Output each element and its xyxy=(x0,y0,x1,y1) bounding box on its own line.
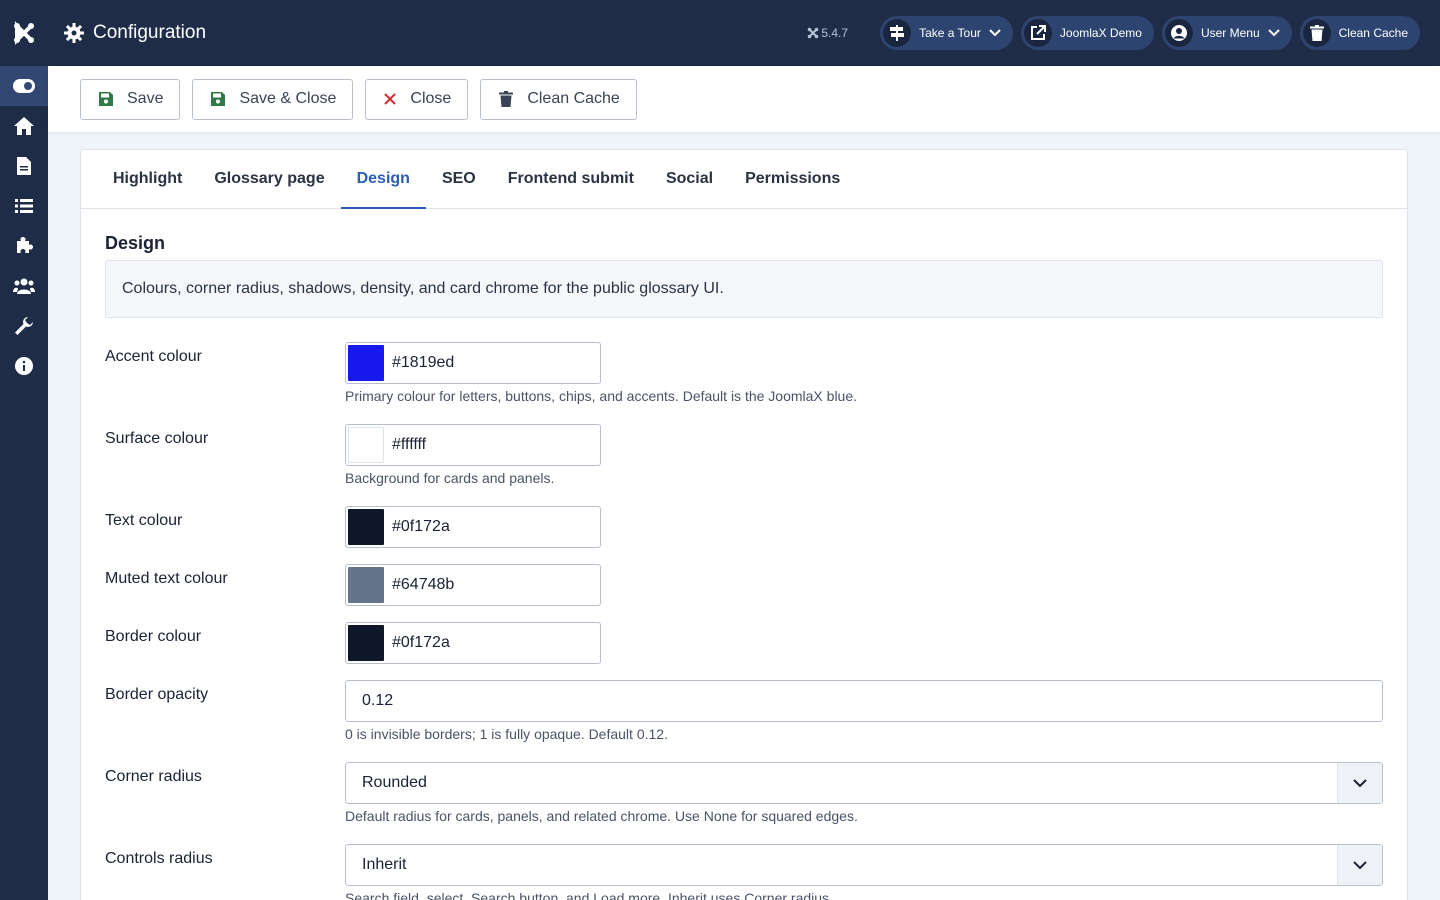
list-icon[interactable] xyxy=(0,186,48,226)
toolbar: Save Save & Close Close Clean Cache xyxy=(48,66,1440,132)
text-colour-value: #0f172a xyxy=(392,518,450,535)
border-opacity-label: Border opacity xyxy=(105,686,209,703)
tab-frontend-submit[interactable]: Frontend submit xyxy=(492,150,650,208)
joomlax-demo-label: JoomlaX Demo xyxy=(1059,26,1142,40)
tab-design[interactable]: Design xyxy=(340,150,427,209)
close-label: Close xyxy=(410,90,452,107)
surface-colour-value: #ffffff xyxy=(392,436,427,453)
extensions-icon[interactable] xyxy=(0,226,48,266)
border-colour-label: Border colour xyxy=(105,628,202,645)
muted-colour-swatch[interactable] xyxy=(348,567,384,603)
sidebar xyxy=(0,0,48,900)
joomla-logo-icon[interactable] xyxy=(0,0,48,66)
close-button[interactable]: Close xyxy=(365,78,469,120)
trash-icon xyxy=(499,91,514,107)
joomlax-demo-button[interactable]: JoomlaX Demo xyxy=(1020,16,1154,50)
joomla-mini-icon xyxy=(808,27,819,39)
corner-radius-help: Default radius for cards, panels, and re… xyxy=(345,808,858,824)
tab-glossary-page[interactable]: Glossary page xyxy=(198,150,340,208)
controls-radius-value: Inherit xyxy=(362,856,407,873)
user-menu-button[interactable]: User Menu xyxy=(1161,16,1292,50)
chevron-down-icon xyxy=(1337,763,1382,803)
header-clean-cache-label: Clean Cache xyxy=(1338,26,1408,40)
border-colour-value: #0f172a xyxy=(392,634,450,651)
take-tour-button[interactable]: Take a Tour xyxy=(880,16,1013,50)
config-card: Highlight Glossary page Design SEO Front… xyxy=(80,149,1408,900)
corner-radius-value: Rounded xyxy=(362,774,427,791)
border-colour-swatch[interactable] xyxy=(348,625,384,661)
clean-cache-label: Clean Cache xyxy=(527,90,620,107)
save-close-button[interactable]: Save & Close xyxy=(192,78,354,120)
text-colour-label: Text colour xyxy=(105,512,183,529)
save-icon xyxy=(99,92,113,106)
muted-colour-value: #64748b xyxy=(392,576,455,593)
save-close-label: Save & Close xyxy=(239,90,337,107)
surface-colour-swatch[interactable] xyxy=(348,427,384,463)
external-link-icon xyxy=(1023,19,1052,47)
section-description: Colours, corner radius, shadows, density… xyxy=(105,260,1383,318)
home-icon[interactable] xyxy=(0,106,48,146)
chevron-down-icon xyxy=(989,29,1001,37)
info-icon[interactable] xyxy=(0,346,48,386)
chevron-down-icon xyxy=(1267,29,1280,37)
tab-bar: Highlight Glossary page Design SEO Front… xyxy=(81,150,1407,209)
gear-icon xyxy=(64,23,84,43)
tab-highlight[interactable]: Highlight xyxy=(97,150,198,208)
corner-radius-select[interactable]: Rounded xyxy=(345,762,1383,804)
save-button[interactable]: Save xyxy=(80,78,181,120)
accent-colour-field[interactable]: #1819ed xyxy=(345,342,601,384)
surface-colour-field[interactable]: #ffffff xyxy=(345,424,601,466)
user-menu-label: User Menu xyxy=(1200,26,1260,40)
header: Configuration 5.4.7 Take a Tour JoomlaX … xyxy=(48,0,1440,66)
accent-colour-value: #1819ed xyxy=(392,354,455,371)
save-label: Save xyxy=(127,90,164,107)
close-icon xyxy=(384,93,397,105)
controls-radius-label: Controls radius xyxy=(105,850,213,867)
controls-radius-select[interactable]: Inherit xyxy=(345,844,1383,886)
user-circle-icon xyxy=(1164,19,1193,47)
header-clean-cache-button[interactable]: Clean Cache xyxy=(1299,16,1420,50)
surface-colour-label: Surface colour xyxy=(105,430,209,447)
tools-icon[interactable] xyxy=(0,306,48,346)
signpost-icon xyxy=(883,19,912,47)
tab-permissions[interactable]: Permissions xyxy=(729,150,856,208)
chevron-down-icon xyxy=(1337,845,1382,885)
section-title: Design xyxy=(105,233,166,253)
controls-radius-help: Search field, select, Search button, and… xyxy=(345,890,833,900)
version-number: 5.4.7 xyxy=(821,26,849,40)
border-opacity-help: 0 is invisible borders; 1 is fully opaqu… xyxy=(345,726,668,742)
toggle-menu-icon[interactable] xyxy=(0,66,48,106)
text-colour-swatch[interactable] xyxy=(348,509,384,545)
page-title: Configuration xyxy=(93,22,207,43)
corner-radius-label: Corner radius xyxy=(105,768,202,785)
save-icon xyxy=(211,92,226,106)
border-colour-field[interactable]: #0f172a xyxy=(345,622,601,664)
border-opacity-input[interactable]: 0.12 xyxy=(345,680,1383,722)
tab-seo[interactable]: SEO xyxy=(426,150,492,208)
surface-colour-help: Background for cards and panels. xyxy=(345,470,555,486)
muted-colour-label: Muted text colour xyxy=(105,570,228,587)
accent-colour-swatch[interactable] xyxy=(348,345,384,381)
version-label: 5.4.7 xyxy=(807,26,848,40)
users-icon[interactable] xyxy=(0,266,48,306)
tab-social[interactable]: Social xyxy=(650,150,729,208)
clean-cache-button[interactable]: Clean Cache xyxy=(480,78,637,120)
muted-colour-field[interactable]: #64748b xyxy=(345,564,601,606)
accent-colour-help: Primary colour for letters, buttons, chi… xyxy=(345,388,858,404)
text-colour-field[interactable]: #0f172a xyxy=(345,506,601,548)
trash-icon xyxy=(1302,19,1331,47)
article-icon[interactable] xyxy=(0,146,48,186)
accent-colour-label: Accent colour xyxy=(105,348,202,365)
take-tour-label: Take a Tour xyxy=(919,26,981,40)
